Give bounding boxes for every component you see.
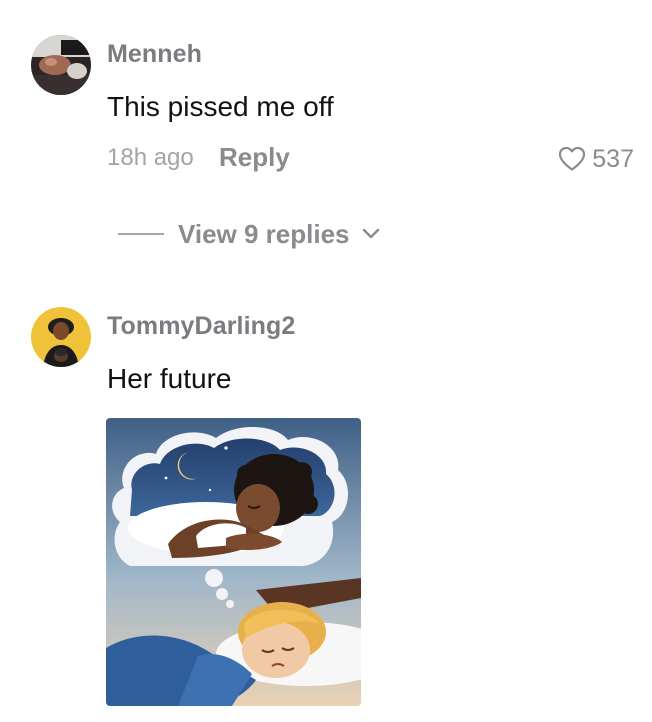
comment-text: Her future [107,363,232,394]
comment-username[interactable]: TommyDarling2 [107,312,295,341]
comment-item: Menneh This pissed me off 18h ago Reply … [0,0,652,260]
like-button[interactable]: 537 [558,142,634,176]
like-count: 537 [592,144,634,173]
comment-image[interactable] [106,418,361,706]
avatar[interactable] [31,35,91,95]
view-replies-label: View 9 replies [178,218,350,249]
replies-divider [118,233,164,235]
heart-outline-icon [558,146,586,172]
avatar[interactable] [31,307,91,367]
reply-button[interactable]: Reply [219,142,290,173]
chevron-down-icon [362,228,380,240]
view-replies-button[interactable]: View 9 replies [118,216,380,252]
comment-username[interactable]: Menneh [107,40,202,69]
comment-meta-row: 18h ago Reply 537 [107,142,634,178]
comment-text: This pissed me off [107,91,334,122]
comment-timestamp: 18h ago [107,144,194,171]
comment-item: TommyDarling2 Her future [0,290,652,722]
